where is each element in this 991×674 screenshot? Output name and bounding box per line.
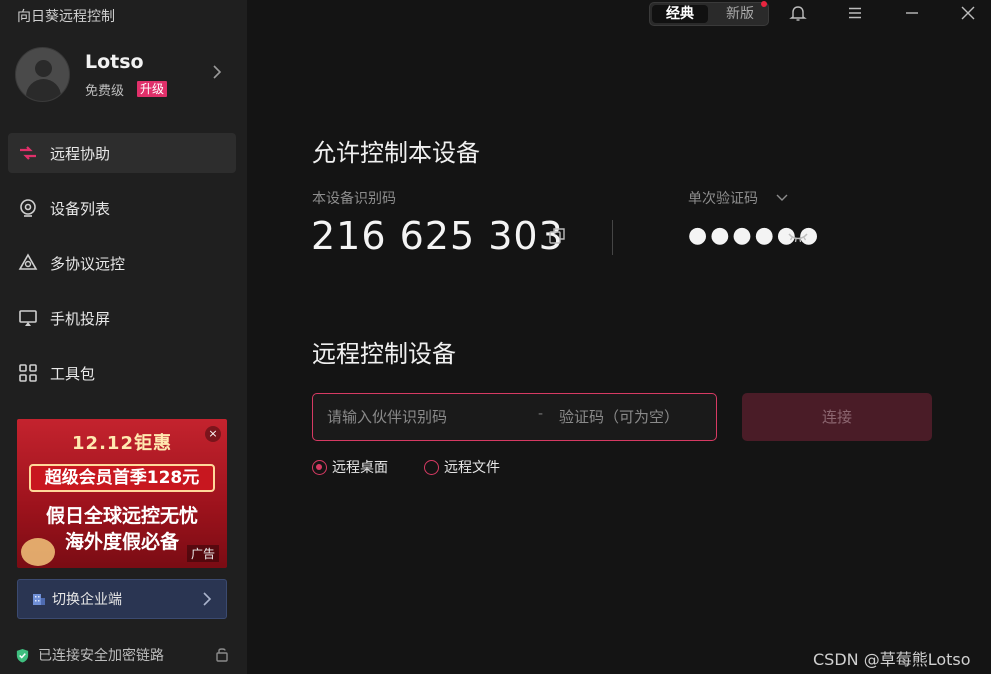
switch-enterprise-button[interactable]: 切换企业端 bbox=[17, 579, 227, 619]
tab-classic[interactable]: 经典 bbox=[652, 5, 708, 23]
connection-status: 已连接安全加密链路 bbox=[15, 645, 230, 665]
sidebar-item-label: 设备列表 bbox=[50, 199, 111, 218]
radio-unselected-icon[interactable] bbox=[424, 459, 439, 475]
minimize-icon[interactable] bbox=[903, 4, 921, 22]
close-icon[interactable]: × bbox=[205, 426, 221, 442]
promo-banner[interactable]: 12.12钜惠 超级会员首季128元 假日全球远控无忧 海外度假必备 × 广告 bbox=[17, 419, 227, 568]
close-icon[interactable] bbox=[959, 4, 977, 22]
building-icon bbox=[33, 594, 45, 605]
screen-cast-icon bbox=[18, 308, 38, 328]
chevron-down-icon[interactable] bbox=[776, 193, 788, 203]
ad-tag: 广告 bbox=[186, 545, 219, 562]
avatar[interactable] bbox=[15, 47, 70, 102]
remote-control-heading: 远程控制设备 bbox=[312, 340, 456, 368]
connection-status-text: 已连接安全加密链路 bbox=[38, 648, 164, 664]
connect-input-group: - bbox=[312, 393, 717, 441]
switch-enterprise-label: 切换企业端 bbox=[52, 592, 122, 608]
sidebar-item-toolkit[interactable]: 工具包 bbox=[8, 353, 236, 393]
chevron-right-icon bbox=[203, 592, 212, 606]
radio-label: 远程文件 bbox=[444, 460, 500, 476]
shield-check-icon bbox=[16, 648, 29, 663]
sidebar-item-remote-assist[interactable]: 远程协助 bbox=[8, 133, 236, 173]
coin-decoration bbox=[21, 538, 55, 566]
allow-control-heading: 允许控制本设备 bbox=[312, 139, 480, 167]
sidebar-item-label: 工具包 bbox=[50, 364, 96, 383]
copy-icon[interactable] bbox=[548, 227, 566, 245]
connect-button[interactable]: 连接 bbox=[742, 393, 932, 441]
device-id-label: 本设备识别码 bbox=[312, 191, 396, 207]
notification-dot bbox=[761, 1, 767, 7]
promo-offer: 超级会员首季128元 bbox=[29, 464, 215, 492]
sidebar-item-label: 远程协助 bbox=[50, 144, 111, 163]
sidebar-item-label: 多协议远控 bbox=[50, 254, 126, 273]
username: Lotso bbox=[85, 51, 144, 73]
one-time-code-label[interactable]: 单次验证码 bbox=[688, 188, 758, 208]
menu-icon[interactable] bbox=[846, 4, 864, 22]
sidebar: 向日葵远程控制 Lotso 免费级 升级 远程协助 设备列表 多协议远控 手机投… bbox=[0, 0, 247, 674]
device-list-icon bbox=[18, 198, 38, 218]
promo-line: 假日全球远控无忧 bbox=[45, 505, 198, 527]
upgrade-button[interactable]: 升级 bbox=[137, 81, 168, 97]
toolkit-icon bbox=[18, 363, 38, 383]
watermark: CSDN @草莓熊Lotso bbox=[813, 650, 971, 669]
chevron-right-icon[interactable] bbox=[211, 65, 223, 79]
app-window: 向日葵远程控制 Lotso 免费级 升级 远程协助 设备列表 多协议远控 手机投… bbox=[0, 0, 991, 674]
input-separator: - bbox=[538, 406, 544, 422]
radio-remote-file[interactable]: 远程文件 bbox=[424, 457, 500, 477]
lock-icon[interactable] bbox=[214, 646, 230, 662]
partner-id-input[interactable] bbox=[327, 408, 517, 426]
radio-remote-desktop[interactable]: 远程桌面 bbox=[312, 457, 388, 477]
profile-card[interactable]: Lotso 免费级 升级 bbox=[15, 47, 235, 105]
account-tier: 免费级 bbox=[85, 84, 125, 99]
promo-title: 12.12钜惠 bbox=[72, 433, 172, 454]
sidebar-item-multi-protocol[interactable]: 多协议远控 bbox=[8, 243, 236, 283]
app-title: 向日葵远程控制 bbox=[17, 9, 115, 25]
divider bbox=[612, 220, 613, 255]
version-switch[interactable]: 经典 新版 bbox=[649, 1, 769, 26]
tab-new[interactable]: 新版 bbox=[712, 5, 768, 23]
eye-closed-icon[interactable] bbox=[787, 230, 809, 244]
bell-icon[interactable] bbox=[789, 4, 807, 22]
multi-protocol-icon bbox=[18, 253, 38, 273]
sidebar-nav: 远程协助 设备列表 多协议远控 手机投屏 工具包 bbox=[8, 133, 236, 408]
sidebar-item-label: 手机投屏 bbox=[50, 309, 111, 328]
sidebar-item-screen-cast[interactable]: 手机投屏 bbox=[8, 298, 236, 338]
remote-assist-icon bbox=[18, 143, 38, 163]
sidebar-item-device-list[interactable]: 设备列表 bbox=[8, 188, 236, 228]
device-id: 216 625 303 bbox=[311, 214, 564, 258]
radio-label: 远程桌面 bbox=[332, 460, 388, 476]
radio-selected-icon[interactable] bbox=[312, 459, 327, 475]
verification-code-input[interactable] bbox=[559, 408, 709, 426]
